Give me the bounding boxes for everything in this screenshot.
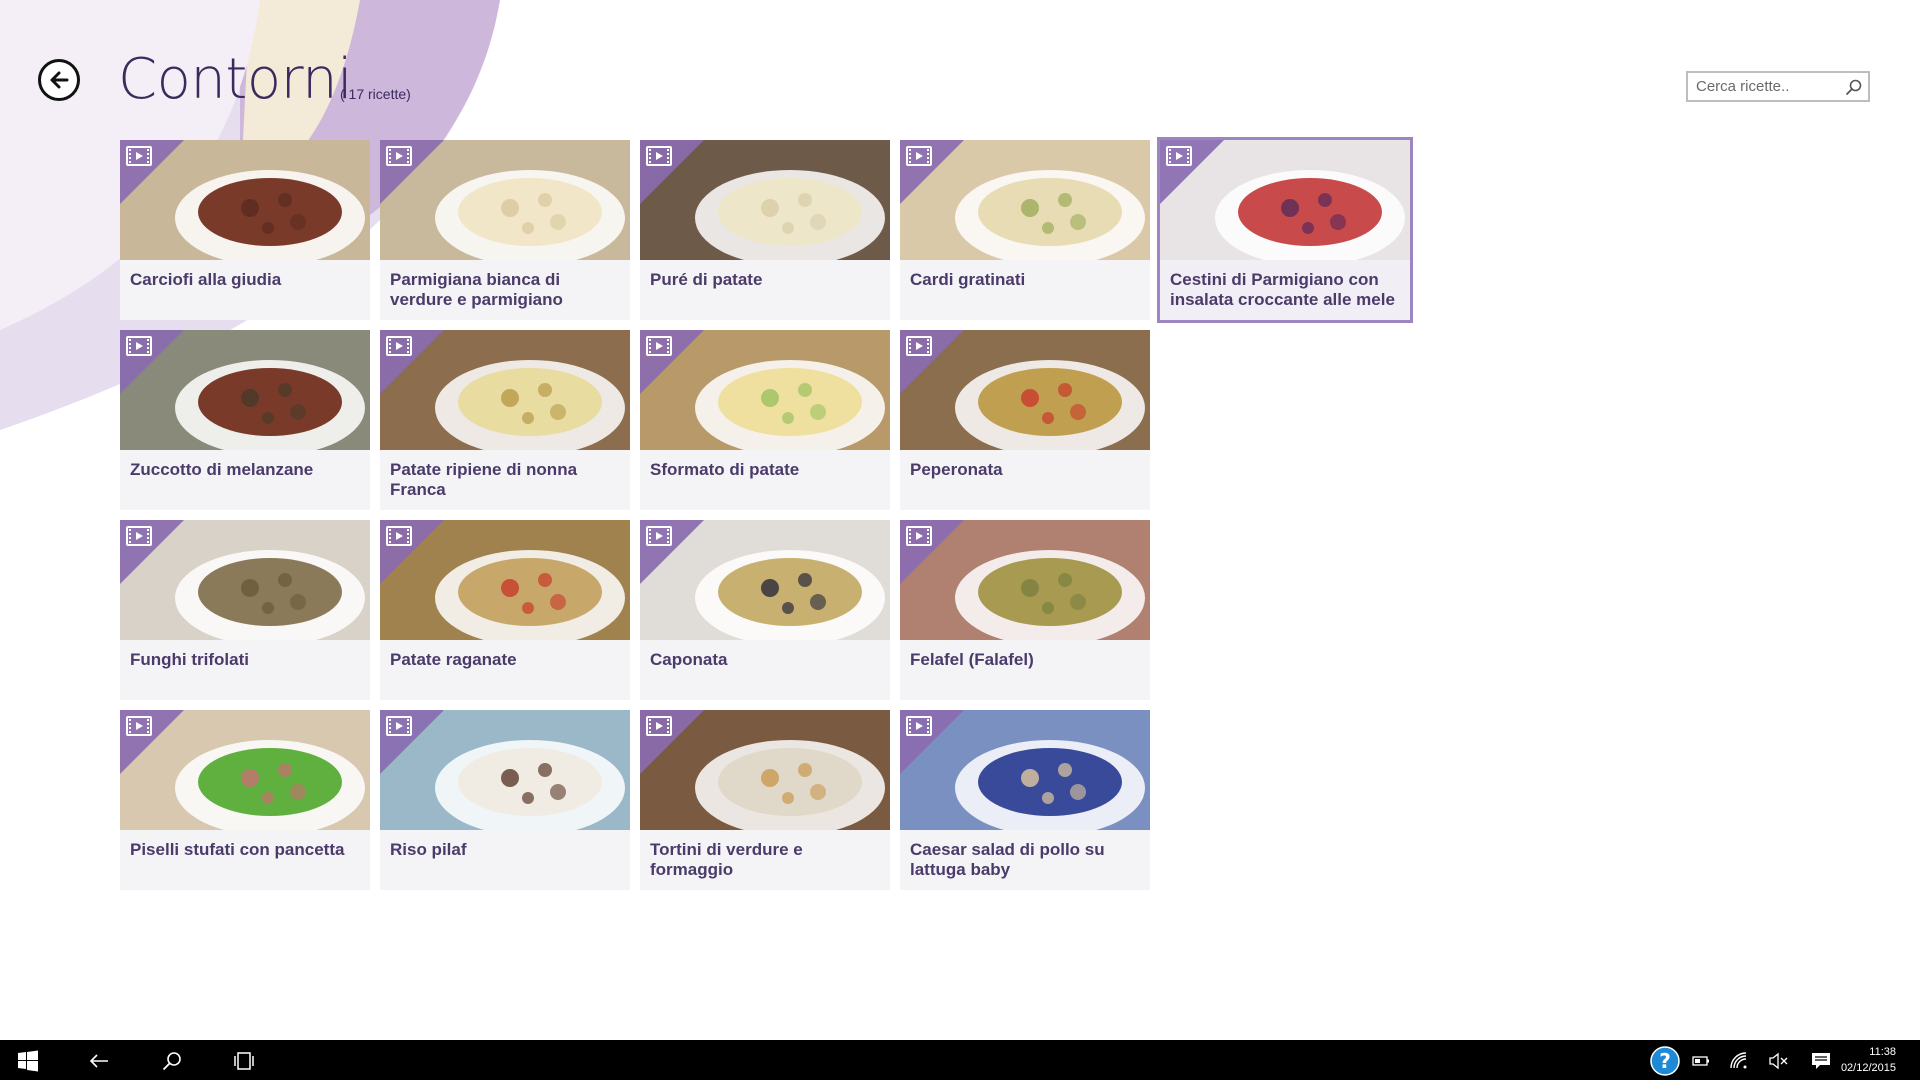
recipe-tile[interactable]: Caponata	[640, 520, 890, 700]
recipe-label: Carciofi alla giudia	[130, 270, 282, 289]
help-icon[interactable]: ?	[1650, 1046, 1680, 1076]
recipe-tile[interactable]: Zuccotto di melanzane	[120, 330, 370, 510]
volume-muted-icon[interactable]	[1767, 1050, 1789, 1072]
recipe-label: Cardi gratinati	[910, 270, 1026, 289]
back-arrow-icon	[50, 71, 69, 89]
recipe-label: Patate ripiene di nonna Franca	[390, 460, 578, 499]
recipe-tile[interactable]: Parmigiana bianca di verdure e parmigian…	[380, 140, 630, 320]
recipe-tile[interactable]: Carciofi alla giudia	[120, 140, 370, 320]
recipe-label: Caesar salad di pollo su lattuga baby	[910, 840, 1105, 879]
video-icon	[646, 336, 672, 356]
video-icon	[1166, 146, 1192, 166]
video-icon	[386, 336, 412, 356]
recipe-tile[interactable]: Tortini di verdure e formaggio	[640, 710, 890, 890]
video-icon	[126, 526, 152, 546]
video-icon	[906, 716, 932, 736]
wifi-icon[interactable]	[1728, 1050, 1750, 1072]
recipe-tile[interactable]: Felafel (Falafel)	[900, 520, 1150, 700]
recipe-label: Patate raganate	[390, 650, 517, 669]
search-icon[interactable]	[161, 1050, 183, 1072]
recipe-label: Felafel (Falafel)	[910, 650, 1034, 669]
video-icon	[646, 716, 672, 736]
recipe-label: Caponata	[650, 650, 728, 669]
recipe-label: Tortini di verdure e formaggio	[650, 840, 803, 879]
recipe-label: Zuccotto di melanzane	[130, 460, 314, 479]
recipe-tile[interactable]: Sformato di patate	[640, 330, 890, 510]
recipe-tile[interactable]: Piselli stufati con pancetta	[120, 710, 370, 890]
recipe-label: Funghi trifolati	[130, 650, 249, 669]
video-icon	[386, 716, 412, 736]
video-icon	[906, 146, 932, 166]
back-button[interactable]	[38, 59, 80, 101]
windows-start-icon[interactable]	[17, 1050, 39, 1072]
recipe-tile[interactable]: Peperonata	[900, 330, 1150, 510]
recipe-label: Puré di patate	[650, 270, 763, 289]
search-box	[1686, 71, 1870, 102]
video-icon	[906, 526, 932, 546]
taskbar-date: 02/12/2015	[1840, 1062, 1896, 1074]
recipe-tile[interactable]: Riso pilaf	[380, 710, 630, 890]
recipe-tile[interactable]: Funghi trifolati	[120, 520, 370, 700]
video-icon	[126, 336, 152, 356]
video-icon	[646, 146, 672, 166]
video-icon	[646, 526, 672, 546]
video-icon	[126, 716, 152, 736]
video-icon	[126, 146, 152, 166]
search-icon[interactable]	[1844, 77, 1864, 97]
notifications-icon[interactable]	[1810, 1050, 1832, 1072]
recipe-label: Riso pilaf	[390, 840, 467, 859]
recipe-tile[interactable]: Cardi gratinati	[900, 140, 1150, 320]
recipe-count: ( 17 ricette)	[340, 86, 411, 102]
recipe-tile[interactable]: Patate raganate	[380, 520, 630, 700]
video-icon	[906, 336, 932, 356]
recipe-tile[interactable]: Puré di patate	[640, 140, 890, 320]
recipe-label: Sformato di patate	[650, 460, 800, 479]
back-icon[interactable]	[88, 1050, 110, 1072]
recipe-label: Piselli stufati con pancetta	[130, 840, 345, 859]
recipe-label: Peperonata	[910, 460, 1003, 479]
page-title: Contorni	[118, 47, 353, 112]
video-icon	[386, 146, 412, 166]
recipe-label: Cestini di Parmigiano con insalata crocc…	[1170, 270, 1395, 309]
task-view-icon[interactable]	[233, 1050, 255, 1072]
taskbar-time: 11:38	[1869, 1046, 1896, 1058]
recipe-tile[interactable]: Caesar salad di pollo su lattuga baby	[900, 710, 1150, 890]
recipe-label: Parmigiana bianca di verdure e parmigian…	[390, 270, 563, 309]
taskbar-clock[interactable]: 11:38 02/12/2015	[1836, 1044, 1896, 1076]
svg-text:?: ?	[1659, 1049, 1671, 1073]
video-icon	[386, 526, 412, 546]
search-input[interactable]	[1688, 73, 1846, 100]
recipe-tile[interactable]: Patate ripiene di nonna Franca	[380, 330, 630, 510]
taskbar: ? 11:38 02/12/2015	[0, 1040, 1920, 1080]
recipe-tile[interactable]: Cestini di Parmigiano con insalata crocc…	[1157, 137, 1413, 323]
battery-icon[interactable]	[1690, 1050, 1712, 1072]
